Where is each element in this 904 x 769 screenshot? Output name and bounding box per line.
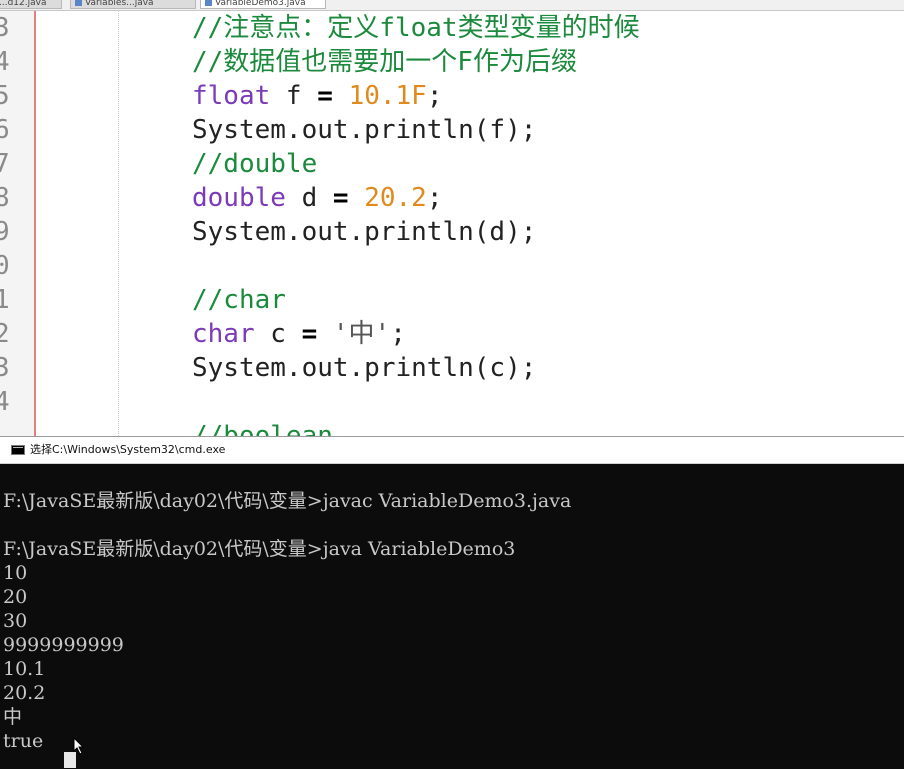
- code-text: ;: [426, 81, 443, 111]
- code-operator: =: [317, 81, 333, 111]
- editor-tab[interactable]: Variables...java: [70, 0, 196, 9]
- tab-label: Variables...java: [85, 0, 154, 8]
- editor-tab[interactable]: ...d12.java: [0, 0, 62, 9]
- code-text: f: [270, 81, 318, 111]
- code-number: 20.2: [364, 183, 427, 213]
- console-line: F:\JavaSE最新版\day02\代码\变量>javac VariableD…: [3, 490, 572, 512]
- code-line[interactable]: //double: [192, 147, 317, 181]
- line-number: 4: [0, 387, 10, 417]
- console-line: 10: [3, 562, 28, 584]
- editor-tab-active[interactable]: VariableDemo3.java: [200, 0, 326, 9]
- line-number: 1: [0, 285, 10, 315]
- code-number: 10.1F: [348, 81, 427, 111]
- line-number: 7: [0, 149, 10, 179]
- indent-guide: [118, 11, 119, 436]
- code-comment: //char: [192, 285, 286, 315]
- line-number: 5: [0, 81, 10, 111]
- line-number: 0: [0, 251, 10, 281]
- line-number-gutter: 3 4 5 6 7 8 9 0 1 2 3 4: [0, 11, 36, 436]
- editor-tab-bar: ...d12.java Variables...java VariableDem…: [0, 0, 904, 11]
- code-keyword: double: [192, 183, 286, 213]
- line-number: 6: [0, 115, 10, 145]
- code-text: System.out.println(d);: [192, 217, 537, 247]
- console-line: 10.1: [3, 658, 46, 680]
- code-line[interactable]: //数据值也需要加一个F作为后缀: [192, 45, 577, 79]
- code-line[interactable]: char c = '中';: [192, 317, 406, 351]
- code-text: System.out.println(c);: [192, 353, 537, 383]
- code-line[interactable]: //boolean: [192, 419, 333, 436]
- code-text: d: [285, 183, 333, 213]
- cmd-title-bar[interactable]: 选择C:\Windows\System32\cmd.exe: [0, 437, 904, 464]
- console-line: 9999999999: [3, 634, 124, 656]
- code-editor[interactable]: ...d12.java Variables...java VariableDem…: [0, 0, 904, 436]
- console-line: 中: [3, 706, 23, 728]
- line-number: 4: [0, 47, 10, 77]
- console-line: 30: [3, 610, 28, 632]
- line-number: 2: [0, 319, 10, 349]
- console-line: 20: [3, 586, 28, 608]
- code-operator: =: [301, 319, 318, 349]
- code-operator: =: [332, 183, 349, 213]
- code-line[interactable]: System.out.println(f);: [192, 113, 536, 147]
- code-text: ;: [390, 319, 406, 349]
- line-number: 9: [0, 217, 10, 247]
- java-file-icon: [75, 0, 82, 6]
- console-line: 20.2: [3, 682, 46, 704]
- code-text: ;: [426, 183, 443, 213]
- code-keyword: char: [192, 319, 255, 349]
- code-comment: //boolean: [192, 421, 333, 436]
- line-number: 3: [0, 13, 10, 43]
- code-comment: //注意点：定义float类型变量的时候: [192, 13, 640, 43]
- code-text: c: [254, 319, 302, 349]
- mouse-pointer-icon: [73, 737, 85, 755]
- code-comment: //double: [192, 149, 318, 179]
- cmd-icon: [11, 445, 25, 455]
- code-line[interactable]: double d = 20.2;: [192, 181, 442, 215]
- console-line: F:\JavaSE最新版\day02\代码\变量>java VariableDe…: [3, 538, 516, 560]
- code-char-literal: '中': [332, 319, 391, 349]
- line-number: 3: [0, 353, 10, 383]
- java-file-icon: [205, 0, 212, 6]
- code-line[interactable]: System.out.println(d);: [192, 215, 536, 249]
- cmd-window[interactable]: 选择C:\Windows\System32\cmd.exe F:\JavaSE最…: [0, 436, 904, 769]
- cmd-window-title: 选择C:\Windows\System32\cmd.exe: [30, 443, 226, 456]
- console-line: true: [3, 730, 44, 752]
- code-text: System.out.println(f);: [192, 115, 537, 145]
- code-line[interactable]: //char: [192, 283, 286, 317]
- tab-label: VariableDemo3.java: [215, 0, 306, 8]
- code-keyword: float: [192, 81, 271, 111]
- code-line[interactable]: //注意点：定义float类型变量的时候: [192, 11, 640, 45]
- code-line[interactable]: System.out.println(c);: [192, 351, 536, 385]
- code-line[interactable]: float f = 10.1F;: [192, 79, 443, 113]
- code-comment: //数据值也需要加一个F作为后缀: [192, 47, 577, 77]
- line-number: 8: [0, 183, 10, 213]
- tab-label: ...d12.java: [0, 0, 47, 8]
